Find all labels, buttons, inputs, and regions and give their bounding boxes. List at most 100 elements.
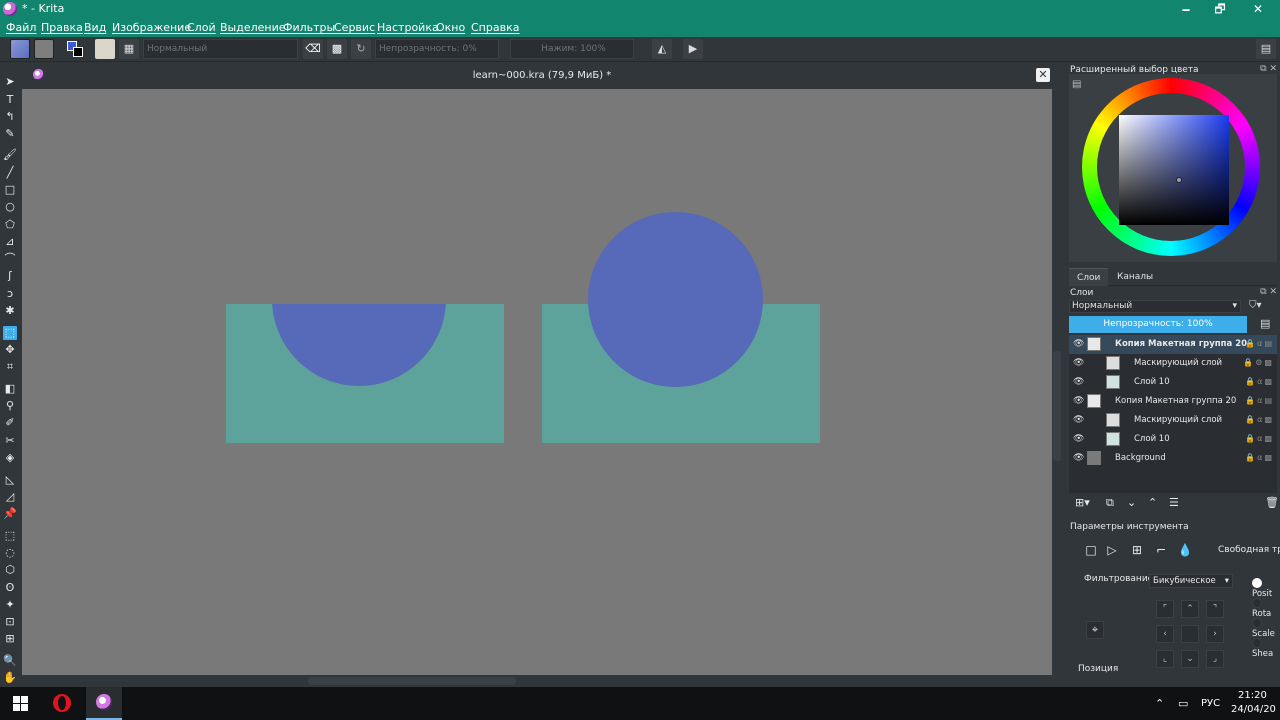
perspective-icon[interactable]: ▷	[1104, 542, 1120, 558]
anchor-right[interactable]: ›	[1206, 625, 1224, 643]
document-title[interactable]: learn~000.kra (79,9 МиБ) *	[22, 70, 1062, 81]
pan-tool-icon[interactable]: ✋	[3, 671, 17, 685]
visibility-eye-icon[interactable]: 👁	[1073, 416, 1084, 425]
filter-select[interactable]: Бикубическое ▾	[1149, 574, 1233, 588]
free-transform-icon[interactable]: □	[1083, 542, 1099, 558]
layer-row[interactable]: 👁 Маскирующий слой 🔒α▩	[1069, 411, 1277, 430]
layer-row[interactable]: 👁 Слой 10 🔒α▩	[1069, 430, 1277, 449]
transform-tool-icon[interactable]: ⬚	[3, 326, 17, 340]
bezier-select-icon[interactable]: ⊞	[3, 632, 17, 646]
radio-shear[interactable]: Shea	[1252, 638, 1280, 659]
select-shapes-icon[interactable]: ➤	[3, 75, 17, 89]
reference-tool-icon[interactable]: 📌	[3, 507, 17, 521]
visibility-eye-icon[interactable]: 👁	[1073, 340, 1084, 349]
layers-float-close-icon[interactable]: ⧉ ✕	[1260, 287, 1277, 297]
alpha-lock-icon[interactable]: ▩	[327, 39, 347, 59]
move-up-icon[interactable]: ⌃	[1148, 496, 1157, 509]
menu-edit[interactable]: Правка	[41, 21, 83, 34]
menu-settings[interactable]: Настройка	[377, 21, 439, 34]
menu-tools[interactable]: Сервис	[334, 21, 375, 34]
menu-file[interactable]: Файл	[6, 21, 36, 34]
layer-row[interactable]: 👁 Слой 10 🔒α▩	[1069, 373, 1277, 392]
dockers-menu-icon[interactable]: ▤	[1256, 39, 1276, 59]
zoom-tool-icon[interactable]: 🔍	[3, 654, 17, 668]
rectangle-tool-icon[interactable]: □	[3, 183, 17, 197]
layer-flags-icon[interactable]: 🔒⚙▩	[1243, 358, 1274, 367]
anchor-center-icon[interactable]: ⌖	[1086, 621, 1104, 639]
anchor-bottom-left[interactable]: ⌞	[1156, 650, 1174, 668]
layer-opacity-slider[interactable]: Непрозрачность: 100%	[1069, 316, 1247, 333]
canvas[interactable]	[22, 89, 1052, 675]
add-layer-icon[interactable]: ⊞▾	[1075, 496, 1090, 509]
language-indicator[interactable]: РУС	[1201, 687, 1220, 720]
opera-taskbar-icon[interactable]	[44, 687, 80, 720]
color-picker-icon[interactable]: ⚲	[3, 399, 17, 413]
smart-patch-icon[interactable]: ✐	[3, 416, 17, 430]
ellipse-tool-icon[interactable]: ○	[3, 200, 17, 214]
text-tool-icon[interactable]: T	[3, 93, 17, 107]
brush-preset-icon[interactable]	[95, 39, 115, 59]
liquify-icon[interactable]: 💧	[1177, 542, 1193, 558]
layer-flags-icon[interactable]: 🔒α▩	[1245, 453, 1274, 462]
ellipse-select-icon[interactable]: ◌	[3, 546, 17, 560]
brush-grid-icon[interactable]: ▦	[119, 39, 139, 59]
layer-row[interactable]: 👁 Копия Макетная группа 20 🔒α▤	[1069, 335, 1277, 354]
visibility-eye-icon[interactable]: 👁	[1073, 378, 1084, 387]
contiguous-select-icon[interactable]: ✦	[3, 598, 17, 612]
measure-tool-icon[interactable]: ◺	[3, 473, 17, 487]
menu-select[interactable]: Выделение	[220, 21, 286, 34]
vertical-scrollbar[interactable]	[1052, 89, 1062, 675]
multibrush-icon[interactable]: ✱	[3, 304, 17, 318]
anchor-top-right[interactable]: ⌝	[1206, 600, 1224, 618]
cage-icon[interactable]: ⌐	[1153, 542, 1169, 558]
layer-flags-icon[interactable]: 🔒α▤	[1245, 339, 1274, 348]
blend-mode-select[interactable]: Нормальный	[143, 39, 298, 59]
network-icon[interactable]: ▭	[1178, 687, 1188, 720]
horizontal-scrollbar[interactable]	[22, 675, 1052, 687]
layer-flags-icon[interactable]: 🔒α▩	[1245, 415, 1274, 424]
color-settings-icon[interactable]: ▤	[1072, 79, 1081, 90]
layer-filter-icon[interactable]: ⛉▾	[1249, 300, 1262, 311]
fg-bg-colors-icon[interactable]	[65, 39, 85, 59]
assistant-tool-icon[interactable]: ✂	[3, 434, 17, 448]
calligraphy-icon[interactable]: ✎	[3, 127, 17, 141]
polyline-tool-icon[interactable]: ⊿	[3, 235, 17, 249]
close-document-button[interactable]: ✕	[1036, 68, 1050, 82]
dynamic-brush-icon[interactable]: ↄ	[3, 287, 17, 301]
duplicate-layer-icon[interactable]: ⧉	[1106, 496, 1114, 510]
layer-blend-select[interactable]: Нормальный ▾	[1069, 300, 1241, 313]
anchor-bottom-right[interactable]: ⌟	[1206, 650, 1224, 668]
move-down-icon[interactable]: ⌄	[1127, 496, 1136, 509]
layer-properties-icon[interactable]: ☰	[1169, 496, 1179, 509]
anchor-center[interactable]	[1181, 625, 1199, 643]
rect-select-icon[interactable]: ⬚	[3, 529, 17, 543]
krita-taskbar-icon[interactable]	[86, 687, 122, 720]
mirror-horizontal-icon[interactable]: ◭	[652, 39, 672, 59]
menu-filters[interactable]: Фильтры	[283, 21, 335, 34]
anchor-top-left[interactable]: ⌜	[1156, 600, 1174, 618]
ruler-tool-icon[interactable]: ◿	[3, 490, 17, 504]
color-selector[interactable]: ▤	[1069, 74, 1277, 262]
close-button[interactable]: ✕	[1240, 0, 1276, 19]
bezier-tool-icon[interactable]: ⌒	[3, 252, 17, 266]
visibility-eye-icon[interactable]: 👁	[1073, 397, 1084, 406]
anchor-left[interactable]: ‹	[1156, 625, 1174, 643]
menu-view[interactable]: Вид	[84, 21, 106, 34]
layer-flags-icon[interactable]: 🔒α▤	[1245, 396, 1274, 405]
layer-row[interactable]: 👁 Маскирующий слой 🔒⚙▩	[1069, 354, 1277, 373]
layer-thumbnail-toggle-icon[interactable]: ▤	[1260, 317, 1270, 330]
clock-time[interactable]: 21:20	[1238, 690, 1267, 704]
polygon-tool-icon[interactable]: ⬠	[3, 218, 17, 232]
line-tool-icon[interactable]: ╱	[3, 166, 17, 180]
color-marker[interactable]	[1176, 177, 1182, 183]
brush-tool-icon[interactable]: 🖌	[3, 148, 17, 162]
similar-select-icon[interactable]: ⊡	[3, 615, 17, 629]
anchor-top[interactable]: ⌃	[1181, 600, 1199, 618]
reload-preset-icon[interactable]: ↻	[351, 39, 371, 59]
saturation-value-square[interactable]	[1119, 115, 1229, 225]
polygon-select-icon[interactable]: ⬡	[3, 563, 17, 577]
freehand-path-icon[interactable]: ʃ	[3, 269, 17, 283]
tab-channels[interactable]: Каналы	[1109, 268, 1161, 286]
opacity-slider[interactable]: Непрозрачность: 0%	[375, 39, 499, 59]
windows-start-icon[interactable]	[13, 696, 28, 711]
